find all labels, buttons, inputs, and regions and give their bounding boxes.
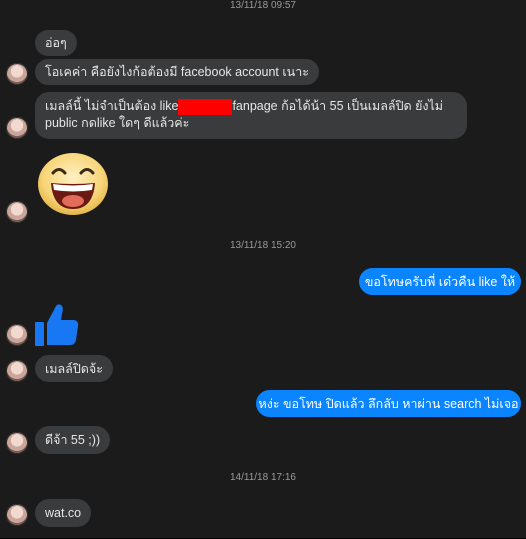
avatar[interactable] [6, 201, 28, 223]
message-text: หง่ะ ขอโทษ ปิดแล้ว ลึกลับ หาผ่าน search … [258, 396, 519, 411]
avatar[interactable] [6, 117, 28, 139]
avatar[interactable] [6, 504, 28, 526]
message-text: อ่อๆ [45, 36, 67, 50]
incoming-message[interactable]: โอเคค่า คือยังไงก้อต้องมี facebook accou… [35, 59, 319, 85]
avatar[interactable] [6, 63, 28, 85]
message-text: ดีจ้า 55 ;)) [45, 433, 101, 447]
message-text: โอเคค่า คือยังไงก้อต้องมี facebook accou… [45, 65, 309, 79]
message-line-1: เมลล์นี้ ไม่จำเป็นต้อง like fanpage ก้อได… [45, 98, 457, 115]
incoming-message[interactable]: wat.co [35, 499, 92, 527]
timestamp-3: 14/11/18 17:16 [230, 472, 296, 483]
avatar[interactable] [6, 324, 28, 346]
thumbs-up-icon[interactable] [34, 302, 80, 348]
incoming-message[interactable]: ดีจ้า 55 ;)) [35, 426, 111, 454]
message-text: fanpage ก้อได้น้า 55 เป็นเมลล์ปิด ยังไม่ [232, 99, 444, 113]
incoming-message[interactable]: อ่อๆ [35, 30, 77, 56]
avatar[interactable] [6, 432, 28, 454]
avatar[interactable] [6, 360, 28, 382]
message-text: wat.co [45, 506, 82, 520]
outgoing-message[interactable]: หง่ะ ขอโทษ ปิดแล้ว ลึกลับ หาผ่าน search … [256, 390, 521, 417]
message-text: เมลล์นี้ ไม่จำเป็นต้อง like [45, 99, 179, 113]
message-text: ขอโทษครับพี่ เด๋วคืน like ให้ [364, 274, 516, 289]
incoming-message[interactable]: เมลล์ปิดจ้ะ [35, 355, 113, 382]
timestamp-2: 13/11/18 15:20 [230, 240, 296, 251]
timestamp-1: 13/11/18 09:57 [230, 0, 296, 11]
message-line-2: public กดlike ใดๆ ดีแล้วค่ะ [45, 115, 190, 130]
message-text: เมลล์ปิดจ้ะ [45, 361, 103, 376]
laughing-face-icon[interactable] [37, 151, 109, 216]
outgoing-message[interactable]: ขอโทษครับพี่ เด๋วคืน like ให้ [359, 268, 521, 295]
incoming-message[interactable]: เมลล์นี้ ไม่จำเป็นต้อง like fanpage ก้อได… [35, 92, 467, 139]
redaction-block [178, 98, 233, 115]
